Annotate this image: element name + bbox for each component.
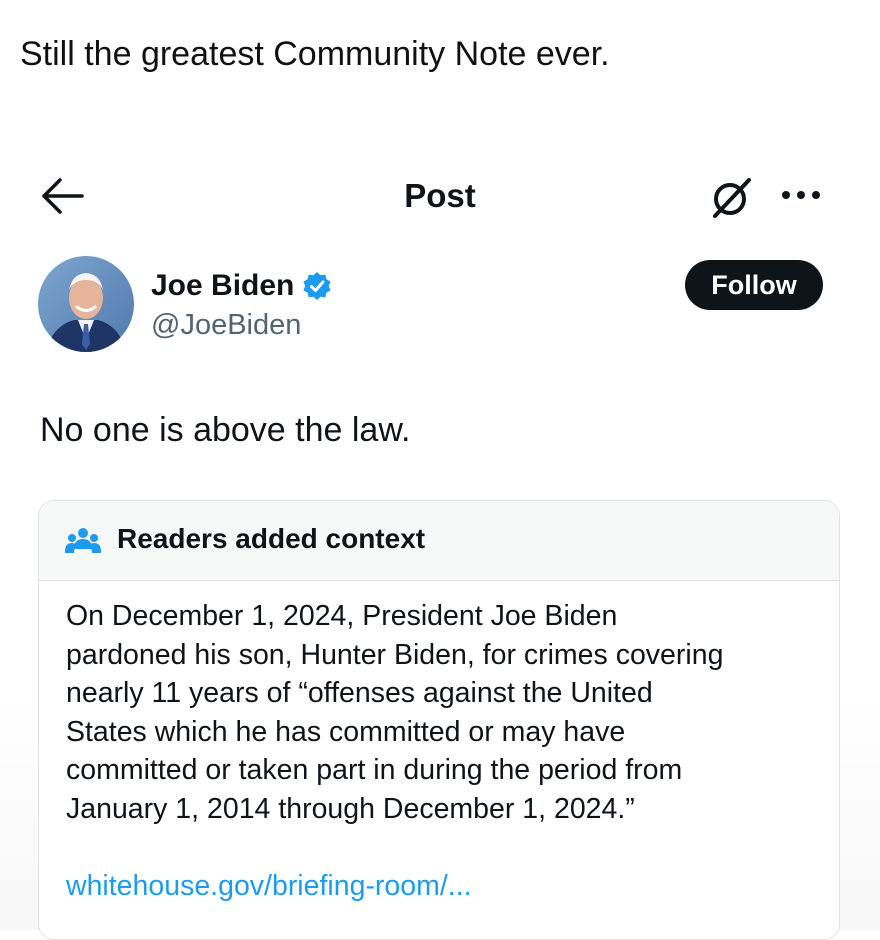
note-line: States which he has committed or may hav… [66, 715, 626, 748]
follow-button[interactable]: Follow [685, 260, 823, 310]
author-name[interactable]: Joe Biden [151, 266, 294, 306]
community-note-title: Readers added context [117, 523, 426, 554]
note-line: On December 1, 2024, President Joe Biden [66, 600, 618, 632]
post-screenshot: Post Joe Biden @JoeBiden Follow No one i… [0, 150, 880, 940]
community-note-source-link[interactable]: whitehouse.gov/briefing-room/... [66, 866, 472, 906]
note-line: committed or taken part in during the pe… [66, 754, 683, 786]
top-bar: Post [0, 150, 880, 245]
profile-photo [38, 256, 134, 352]
author-name-row: Joe Biden [151, 264, 332, 308]
caption-text: Still the greatest Community Note ever. [20, 35, 610, 73]
grok-icon [713, 178, 751, 218]
note-line: January 1, 2014 through December 1, 2024… [66, 792, 635, 825]
grok-button[interactable] [706, 174, 756, 224]
note-line: pardoned his son, Hunter Biden, for crim… [66, 638, 724, 671]
community-note-header: Readers added context [39, 501, 839, 581]
avatar[interactable] [38, 256, 134, 352]
note-line: nearly 11 years of “offenses against the… [66, 677, 653, 709]
readers-group-icon [65, 528, 101, 553]
community-note: Readers added context On December 1, 202… [38, 500, 840, 940]
author-handle[interactable]: @JoeBiden [151, 305, 301, 345]
verified-badge-icon [303, 272, 331, 300]
community-note-body: On December 1, 2024, President Joe Biden… [66, 597, 816, 828]
more-horizontal-icon [782, 191, 820, 199]
post-text: No one is above the law. [40, 411, 411, 449]
more-button[interactable] [776, 180, 826, 210]
